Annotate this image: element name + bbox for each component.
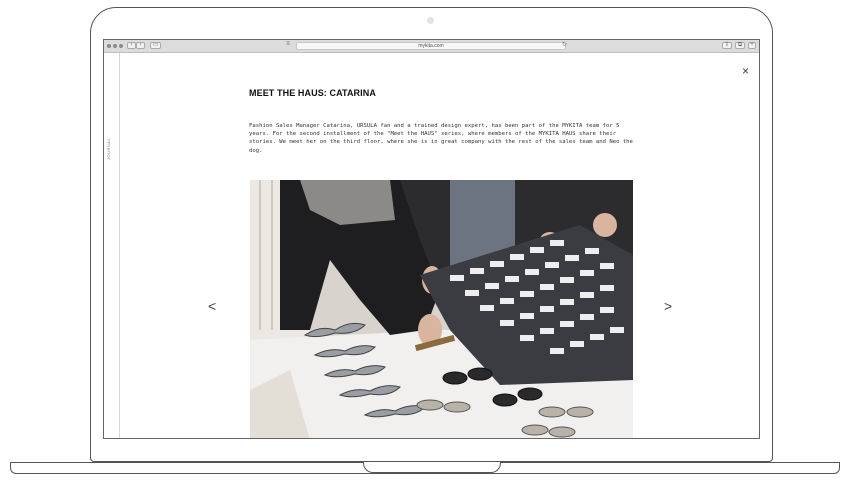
minimize-window-icon[interactable] <box>113 44 117 48</box>
reader-icon[interactable]: ≡ <box>284 41 292 49</box>
camera-dot <box>427 17 434 24</box>
sidebar-divider <box>119 53 120 438</box>
tabs-icon[interactable]: ⧉ <box>735 42 745 49</box>
close-icon[interactable]: × <box>742 64 749 78</box>
back-button[interactable]: ‹ <box>127 42 136 49</box>
browser-toolbar: ‹ › ▭ ≡ mykita.com ↻ ⇧ ⧉ + <box>104 40 759 53</box>
previous-arrow-icon[interactable]: < <box>208 298 216 314</box>
laptop-notch <box>363 462 501 473</box>
next-arrow-icon[interactable]: > <box>664 298 672 314</box>
reload-icon[interactable]: ↻ <box>562 42 567 48</box>
close-window-icon[interactable] <box>107 44 111 48</box>
address-bar[interactable]: mykita.com ↻ <box>296 42 567 50</box>
share-icon[interactable]: ⇧ <box>722 42 732 49</box>
article-title: MEET THE HAUS: CATARINA <box>249 88 376 98</box>
article-body: Fashion Sales Manager Catarina, URSULA f… <box>249 123 633 154</box>
sidebar-journal-label[interactable]: JOURNAL <box>106 138 111 160</box>
browser-window: ‹ › ▭ ≡ mykita.com ↻ ⇧ ⧉ + JOURNAL × MEE… <box>103 39 760 439</box>
maximize-window-icon[interactable] <box>119 44 123 48</box>
sidebar-toggle-icon[interactable]: ▭ <box>150 42 161 49</box>
forward-button[interactable]: › <box>136 42 145 49</box>
address-text: mykita.com <box>418 43 444 49</box>
article-photo <box>250 180 633 438</box>
add-tab-icon[interactable]: + <box>748 42 756 49</box>
